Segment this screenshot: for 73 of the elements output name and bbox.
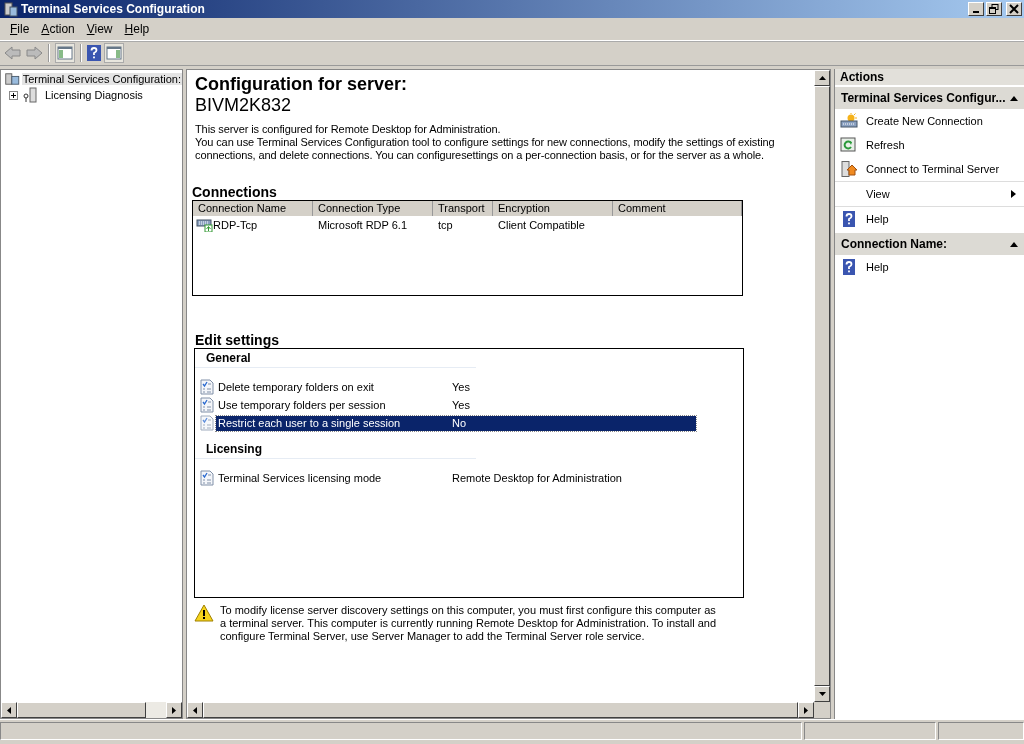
scroll-up-icon — [818, 76, 826, 80]
section-heading: Edit settings — [195, 332, 280, 348]
column-header[interactable]: Comment — [613, 201, 742, 216]
action-link[interactable]: Refresh — [866, 139, 1024, 151]
pane-toggle-icon[interactable] — [104, 43, 124, 63]
column-header[interactable]: Transport — [433, 201, 493, 216]
table-row[interactable]: RDP-Tcp Microsoft RDP 6.1 tcp Client Compatible — [193, 216, 742, 234]
action-link[interactable]: Help — [866, 213, 1024, 225]
action-link[interactable]: Connect to Terminal Server — [866, 163, 1024, 175]
warning-icon — [194, 604, 214, 622]
vertical-scrollbar[interactable] — [814, 70, 830, 702]
setting-icon — [199, 415, 215, 431]
scroll-left-icon — [7, 706, 11, 714]
actions-title: Actions — [835, 69, 1024, 85]
menu-item[interactable]: Action — [35, 22, 81, 36]
setting-row[interactable]: Delete temporary folders on exit Yes — [216, 379, 696, 395]
horizontal-scrollbar[interactable] — [1, 702, 182, 718]
page-heading: Configuration for server: — [195, 74, 409, 95]
table-cell: Client Compatible — [498, 219, 585, 231]
scroll-down-icon — [818, 692, 826, 696]
scroll-left-icon — [193, 706, 197, 714]
action-link[interactable]: View — [866, 188, 1003, 200]
description-text: You can use Terminal Services Configuration tool to configure settings for new connections, modify the settings of existing connections, and delete connections. You can configuresettings on a per-connection basis, or for the server as a whole. — [195, 136, 776, 162]
section-heading: Connections — [192, 184, 278, 200]
tree-item[interactable]: Terminal Services Configuration: — [21, 73, 182, 85]
minimize-icon — [973, 11, 979, 13]
action-link[interactable]: Create New Connection — [866, 115, 1024, 127]
connection-icon — [196, 218, 213, 232]
group-heading: Licensing — [195, 440, 476, 459]
column-header[interactable]: Connection Type — [313, 201, 433, 216]
table-cell: Microsoft RDP 6.1 — [318, 219, 408, 231]
restore-icon — [989, 4, 999, 14]
action-link[interactable]: Help — [866, 261, 1024, 273]
close-button[interactable] — [1006, 2, 1022, 16]
window-title: Terminal Services Configuration — [21, 2, 206, 16]
close-icon — [1009, 4, 1019, 14]
pane-toggle-icon[interactable] — [55, 43, 75, 63]
setting-row[interactable]: Use temporary folders per session Yes — [216, 397, 696, 413]
horizontal-scrollbar[interactable] — [187, 702, 830, 718]
submenu-arrow-icon — [1011, 190, 1016, 198]
setting-icon — [199, 379, 215, 395]
tree-item[interactable]: Licensing Diagnosis — [44, 89, 144, 101]
setting-icon — [199, 397, 215, 413]
table-cell: tcp — [438, 219, 453, 231]
actions-section-header[interactable]: Terminal Services Configur... — [835, 87, 1024, 109]
new-connection-icon — [840, 113, 858, 129]
group-heading: General — [195, 349, 476, 368]
server-icon — [4, 71, 20, 87]
table-cell: RDP-Tcp — [213, 219, 257, 231]
column-header[interactable]: Connection Name — [193, 201, 313, 216]
help-icon — [843, 259, 855, 275]
menu-item[interactable]: File — [4, 22, 36, 36]
expand-icon[interactable] — [9, 90, 18, 100]
minimize-button[interactable] — [968, 2, 984, 16]
help-icon[interactable] — [87, 45, 101, 61]
help-icon — [843, 211, 855, 227]
warning-text: To modify license server discovery settings on this computer, you must first configure this computer as a terminal server. This computer is currently running Remote Desktop for Administration. To install and configure Terminal Server, use Server Manager to add the Terminal Server role service. — [220, 604, 718, 643]
diagnosis-icon — [22, 87, 40, 103]
actions-section-header[interactable]: Connection Name: — [835, 233, 1024, 255]
scroll-right-icon — [804, 706, 808, 714]
restore-button[interactable] — [986, 2, 1002, 16]
scroll-right-icon — [172, 706, 176, 714]
column-header[interactable]: Encryption — [493, 201, 613, 216]
description-text: This server is configured for Remote Desktop for Administration. — [195, 123, 502, 136]
setting-row[interactable]: Terminal Services licensing mode Remote Desktop for Administration — [216, 470, 696, 486]
menu-item[interactable]: Help — [118, 22, 156, 36]
refresh-icon — [840, 137, 858, 153]
server-arrow-icon — [840, 161, 858, 177]
scrollbar-corner — [814, 702, 830, 718]
setting-icon — [199, 470, 215, 486]
server-name: BIVM2K832 — [195, 95, 293, 116]
setting-row[interactable]: Restrict each user to a single session No — [216, 415, 696, 431]
menu-item[interactable]: View — [80, 22, 119, 36]
